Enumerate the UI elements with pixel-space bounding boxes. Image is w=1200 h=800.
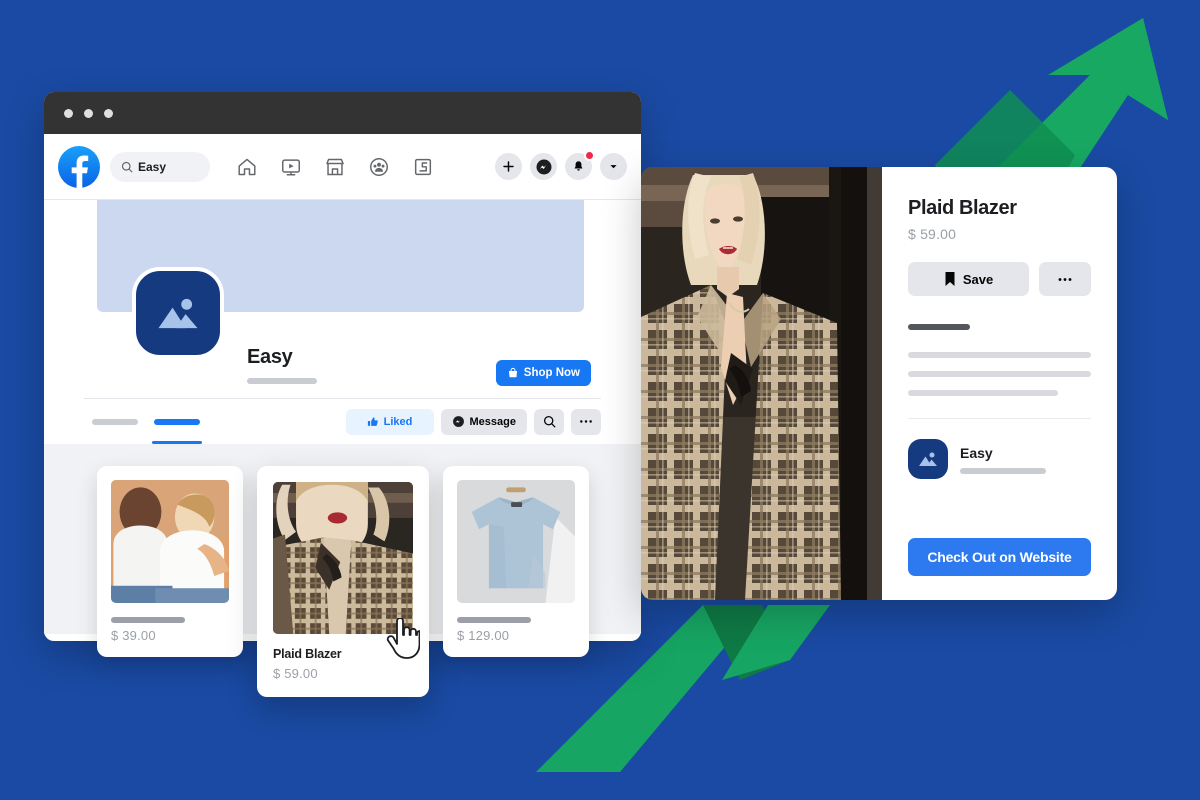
product-card-list: $ 39.00 Plaid Blazer $ 59.00 $ 129.00	[97, 466, 589, 697]
facebook-logo-icon[interactable]	[58, 145, 100, 188]
page-tabbar: Liked Message	[84, 398, 601, 444]
product-card-plaid-blazer[interactable]: Plaid Blazer $ 59.00	[257, 466, 429, 697]
save-button-label: Save	[962, 271, 994, 287]
notification-badge	[584, 150, 595, 161]
product-price-plaid-blazer: $ 59.00	[273, 666, 318, 681]
pointing-hand-cursor-icon	[386, 618, 420, 659]
blonde-woman-plaid-blazer-photo	[641, 167, 882, 600]
liked-label: Liked	[383, 415, 413, 428]
maximize-dot[interactable]	[104, 108, 113, 118]
close-dot[interactable]	[64, 108, 73, 118]
product-detail-photo[interactable]	[641, 167, 882, 600]
messenger-icon	[452, 416, 464, 427]
search-input-value: Easy	[138, 159, 167, 174]
notifications-bell-icon[interactable]	[565, 150, 595, 180]
page-tab-actions: Liked Message	[345, 408, 601, 435]
browser-titlebar	[44, 92, 641, 134]
search-icon	[121, 161, 133, 172]
product-image-1	[111, 480, 229, 603]
product-card-3[interactable]: $ 129.00	[443, 466, 589, 657]
thumbs-up-icon	[367, 416, 378, 426]
search-icon	[543, 415, 555, 428]
shop-now-label: Shop Now	[523, 367, 580, 379]
message-button[interactable]: Message	[440, 408, 527, 435]
product-detail-title: Plaid Blazer	[908, 197, 1017, 219]
tab-posts-placeholder	[92, 418, 138, 425]
image-placeholder-icon	[919, 452, 937, 466]
checkout-on-website-button[interactable]: Check Out on Website	[908, 538, 1091, 576]
product-price-3: $ 129.00	[457, 628, 510, 643]
product-image-3	[457, 480, 575, 603]
product-detail-actions: Save	[908, 262, 1091, 296]
bookmark-icon	[945, 272, 955, 286]
seller-avatar	[908, 439, 948, 479]
product-description-placeholder	[908, 324, 1091, 396]
facebook-topbar: Easy	[44, 134, 641, 200]
search-input[interactable]: Easy	[110, 151, 210, 182]
tab-shop[interactable]	[146, 399, 208, 444]
product-detail-info: Plaid Blazer $ 59.00 Save Easy Check Out…	[882, 167, 1117, 600]
shopping-bag-icon	[508, 367, 517, 378]
chevron-down-icon	[610, 165, 617, 169]
account-chevron-down-icon[interactable]	[600, 153, 627, 180]
liked-button[interactable]: Liked	[345, 408, 434, 435]
product-card-1[interactable]: $ 39.00	[97, 466, 243, 657]
gaming-icon[interactable]	[412, 156, 434, 178]
image-placeholder-icon	[158, 298, 198, 329]
tab-shop-placeholder	[154, 418, 200, 425]
marketplace-icon[interactable]	[324, 156, 346, 178]
description-heading-placeholder	[908, 324, 970, 330]
home-icon[interactable]	[236, 156, 258, 178]
save-button[interactable]: Save	[908, 262, 1029, 296]
product-price-1: $ 39.00	[111, 628, 156, 643]
ellipsis-icon	[1058, 277, 1072, 281]
seller-subtitle-placeholder	[960, 467, 1046, 474]
plus-icon	[503, 161, 514, 172]
page-title: Easy	[247, 346, 293, 368]
page-profile-row: Easy Shop Now	[44, 267, 641, 398]
product-title-placeholder-1	[111, 617, 185, 623]
seller-row[interactable]: Easy	[908, 439, 1091, 479]
page-subtitle-placeholder	[247, 378, 317, 384]
groups-icon[interactable]	[368, 156, 390, 178]
more-options-button[interactable]	[571, 408, 601, 435]
product-detail-panel: Plaid Blazer $ 59.00 Save Easy Check Out…	[641, 167, 1117, 600]
product-more-button[interactable]	[1039, 262, 1091, 296]
messenger-icon[interactable]	[530, 153, 557, 180]
watch-icon[interactable]	[280, 156, 302, 178]
description-line-3	[908, 390, 1059, 396]
page-name-block: Easy	[247, 346, 317, 398]
detail-divider	[908, 418, 1091, 419]
product-title-placeholder-3	[457, 617, 531, 623]
minimize-dot[interactable]	[84, 108, 93, 118]
page-avatar[interactable]	[132, 267, 224, 359]
bell-icon	[574, 161, 583, 171]
seller-name: Easy	[960, 444, 993, 461]
description-line-1	[908, 352, 1091, 358]
message-label: Message	[469, 415, 516, 428]
tab-posts[interactable]	[84, 399, 146, 444]
shop-now-button[interactable]: Shop Now	[495, 360, 591, 386]
facebook-topbar-actions	[495, 150, 627, 180]
product-image-plaid-blazer	[273, 482, 413, 634]
facebook-nav-icons	[236, 156, 434, 178]
messenger-glyph-icon	[536, 159, 551, 174]
description-line-2	[908, 371, 1091, 377]
product-detail-price: $ 59.00	[908, 226, 957, 242]
seller-text-block: Easy	[960, 445, 1046, 474]
ellipsis-icon	[580, 420, 592, 423]
create-plus-icon[interactable]	[495, 153, 522, 180]
search-page-button[interactable]	[534, 408, 564, 435]
